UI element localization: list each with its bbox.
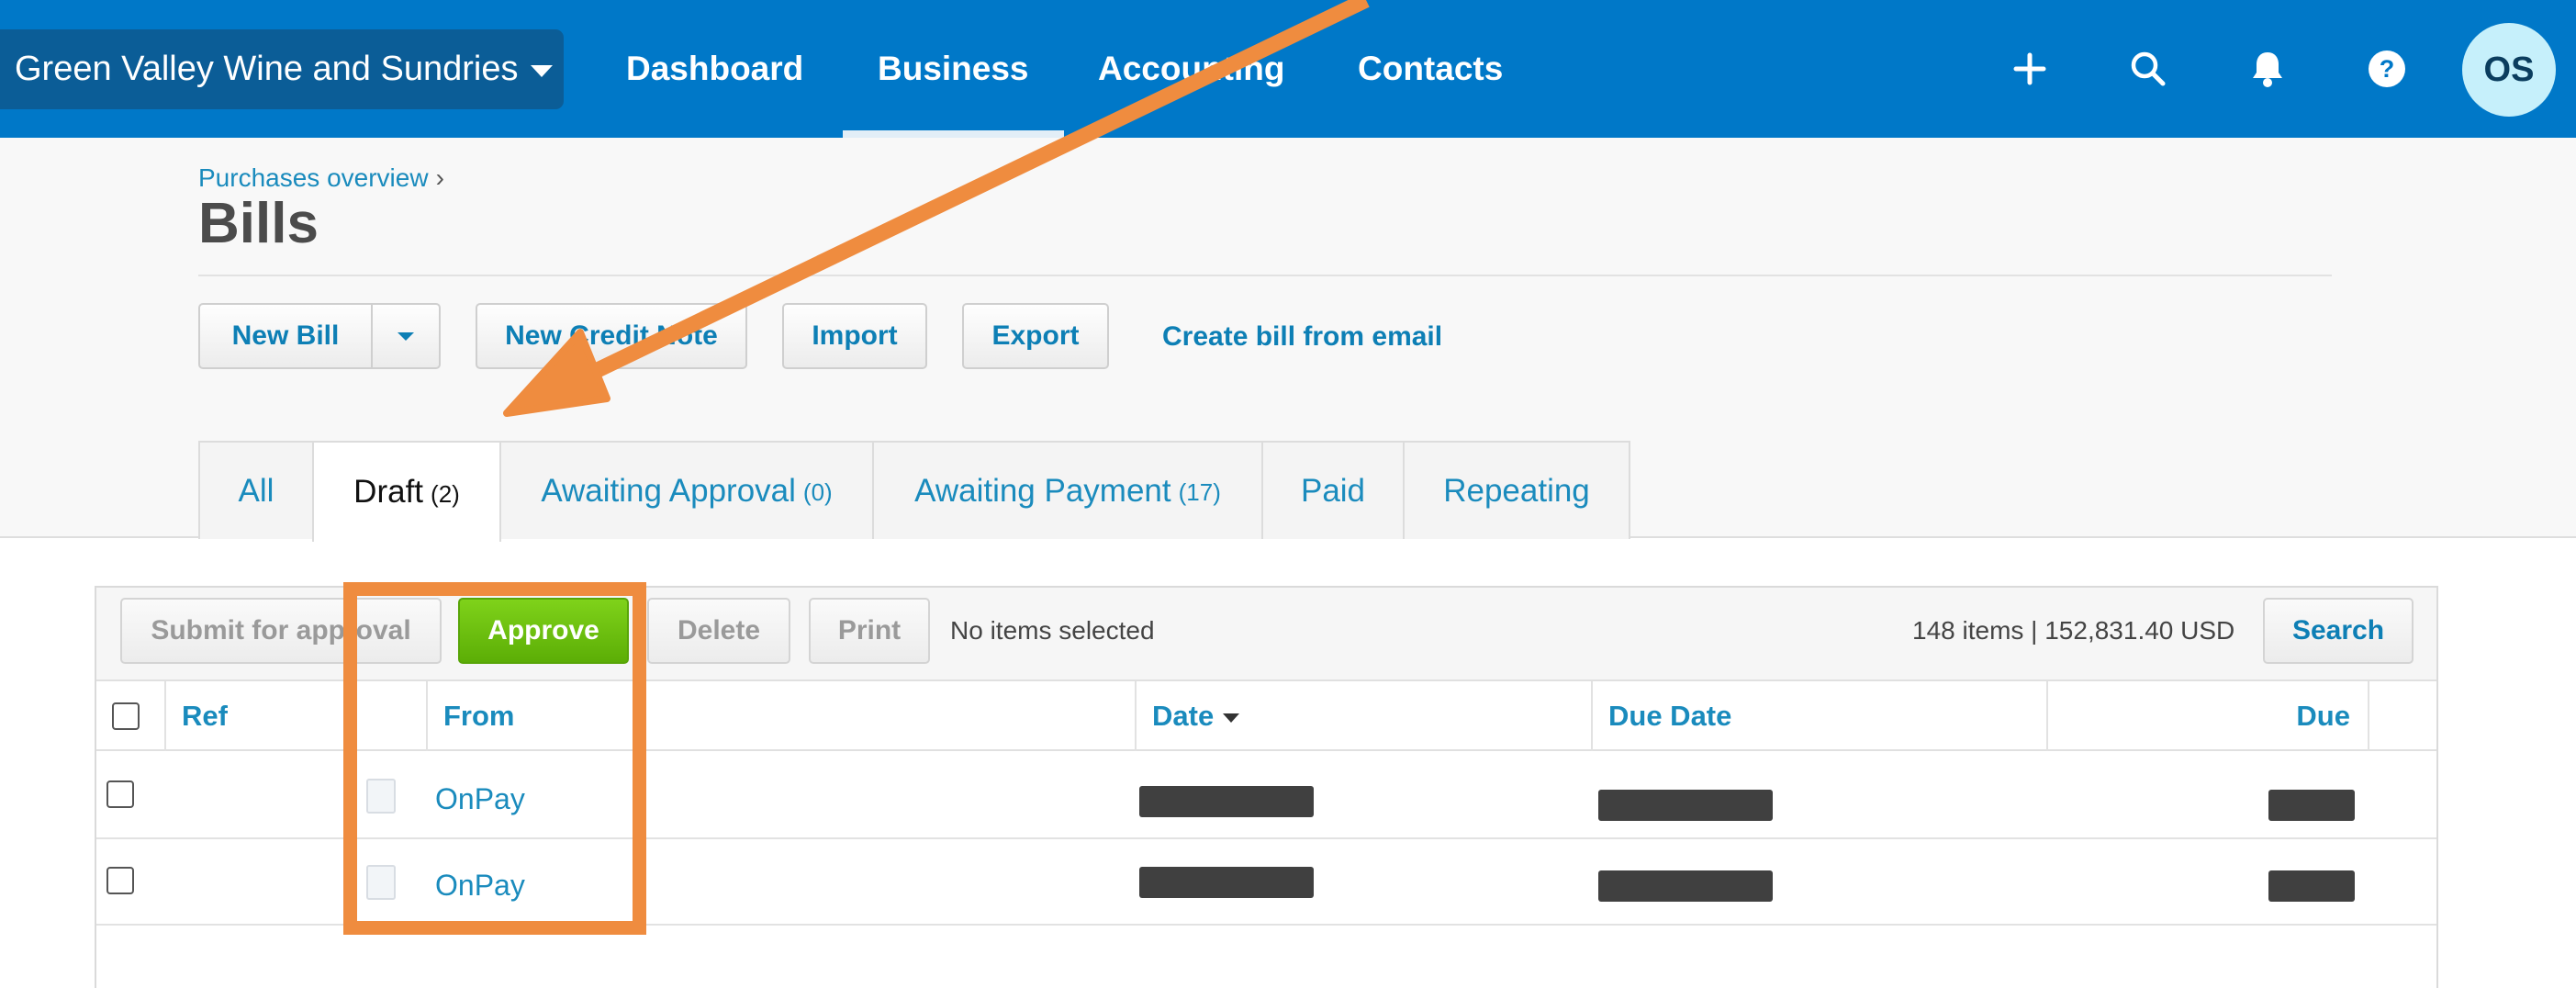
redacted-date — [1139, 867, 1314, 898]
plus-icon[interactable] — [2000, 39, 2059, 98]
tab-count: (2) — [431, 479, 460, 508]
organisation-name: Green Valley Wine and Sundries — [15, 50, 519, 88]
selection-status: No items selected — [950, 616, 1155, 645]
nav-dashboard[interactable]: Dashboard — [626, 0, 803, 138]
chevron-down-icon — [531, 65, 554, 77]
user-avatar[interactable]: OS — [2462, 23, 2556, 117]
help-icon[interactable]: ? — [2358, 39, 2416, 98]
redacted-due-amount — [2268, 790, 2355, 821]
highlight-box — [343, 582, 646, 935]
bell-icon[interactable] — [2238, 39, 2297, 98]
redacted-due-amount — [2268, 870, 2355, 902]
tab-label: Repeating — [1443, 472, 1590, 509]
tab-paid[interactable]: Paid — [1261, 441, 1405, 539]
tab-label: All — [238, 472, 274, 509]
organisation-switcher[interactable]: Green Valley Wine and Sundries — [0, 29, 564, 109]
nav-contacts[interactable]: Contacts — [1358, 0, 1503, 138]
import-button[interactable]: Import — [782, 303, 927, 369]
column-due[interactable]: Due — [2296, 681, 2350, 751]
export-button[interactable]: Export — [962, 303, 1109, 369]
tab-draft[interactable]: Draft (2) — [312, 441, 501, 542]
nav-accounting[interactable]: Accounting — [1098, 0, 1284, 138]
divider — [2368, 681, 2369, 751]
divider — [1591, 681, 1593, 751]
print-button[interactable]: Print — [809, 598, 930, 664]
divider — [164, 681, 166, 751]
breadcrumb[interactable]: Purchases overview › — [198, 163, 444, 193]
row-checkbox[interactable] — [106, 867, 134, 894]
delete-button[interactable]: Delete — [647, 598, 790, 664]
tab-repeating[interactable]: Repeating — [1403, 441, 1630, 539]
select-all-checkbox[interactable] — [112, 702, 140, 730]
column-ref[interactable]: Ref — [182, 681, 228, 751]
new-bill-button[interactable]: New Bill — [200, 320, 371, 352]
tab-label: Awaiting Payment — [914, 472, 1171, 509]
tab-label: Awaiting Approval — [541, 472, 796, 509]
redacted-date — [1139, 786, 1314, 817]
search-button[interactable]: Search — [2263, 598, 2414, 664]
app-window: Green Valley Wine and Sundries Dashboard… — [0, 0, 2576, 988]
page-title: Bills — [198, 192, 319, 255]
new-bill-dropdown-button[interactable] — [373, 305, 439, 367]
column-due-date[interactable]: Due Date — [1608, 681, 1731, 751]
divider — [2046, 681, 2048, 751]
column-date-label: Date — [1152, 700, 1215, 732]
row-checkbox[interactable] — [106, 780, 134, 808]
column-date[interactable]: Date — [1152, 681, 1240, 751]
tab-all[interactable]: All — [198, 441, 314, 539]
tab-label: Draft — [353, 474, 424, 510]
sort-descending-icon — [1223, 713, 1240, 723]
redacted-due-date — [1598, 870, 1773, 902]
tab-awaiting-approval[interactable]: Awaiting Approval (0) — [499, 441, 874, 539]
breadcrumb-separator: › — [435, 163, 444, 192]
tab-count: (17) — [1178, 478, 1221, 506]
chevron-down-icon — [398, 331, 414, 341]
tab-awaiting-payment[interactable]: Awaiting Payment (17) — [872, 441, 1263, 539]
create-bill-from-email-link[interactable]: Create bill from email — [1162, 321, 1442, 353]
redacted-due-date — [1598, 790, 1773, 821]
divider — [1135, 681, 1137, 751]
tab-count: (0) — [802, 478, 833, 506]
tab-label: Paid — [1300, 472, 1366, 509]
top-navigation-bar: Green Valley Wine and Sundries Dashboard… — [0, 0, 2576, 138]
new-credit-note-button[interactable]: New Credit Note — [476, 303, 747, 369]
divider — [198, 275, 2332, 276]
search-icon[interactable] — [2119, 39, 2178, 98]
new-bill-button-group: New Bill — [198, 303, 441, 369]
breadcrumb-link[interactable]: Purchases overview — [198, 163, 429, 192]
svg-text:?: ? — [2380, 55, 2395, 83]
items-summary: 148 items | 152,831.40 USD — [1912, 616, 2235, 645]
nav-business[interactable]: Business — [843, 0, 1063, 138]
